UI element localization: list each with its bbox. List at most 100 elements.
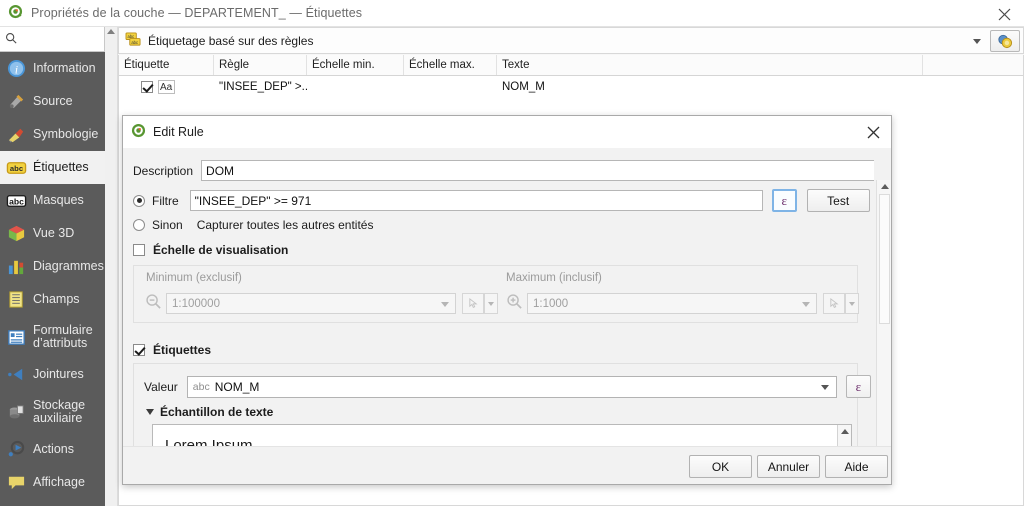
sidebar-item-masques[interactable]: abc Masques	[0, 184, 105, 217]
sidebar-item-formulaire-attributs[interactable]: Formulaire d’attributs	[0, 316, 105, 358]
sidebar-item-stockage-auxiliaire[interactable]: Stockage auxiliaire	[0, 391, 105, 433]
sidebar-item-champs[interactable]: Champs	[0, 283, 105, 316]
sidebar-item-jointures[interactable]: Jointures	[0, 358, 105, 391]
sidebar: i Information Source Symbologie abc Étiq…	[0, 27, 105, 506]
sidebar-item-label: Symbologie	[33, 127, 99, 141]
dialog-title: Edit Rule	[153, 125, 204, 139]
sidebar-scrollbar[interactable]	[105, 27, 118, 506]
chevron-down-icon[interactable]	[973, 39, 981, 44]
map-canvas-scale-icon	[468, 298, 478, 309]
chevron-down-icon	[146, 409, 154, 415]
labels-group: Valeur abc NOM_M ε Échantillon de texte	[133, 363, 871, 446]
sample-text-scrollbar[interactable]	[837, 425, 851, 446]
sample-text-section-header[interactable]: Échantillon de texte	[146, 405, 273, 419]
else-label: Sinon	[152, 218, 183, 232]
sample-text-area[interactable]: Lorem Ipsum	[152, 424, 852, 446]
scale-minimum-from-canvas-button[interactable]	[462, 293, 484, 314]
source-icon	[5, 91, 27, 113]
sidebar-item-information[interactable]: i Information	[0, 52, 105, 85]
column-header-echelle-min[interactable]: Échelle min.	[307, 55, 404, 75]
sidebar-item-rendu[interactable]: Rendu	[0, 499, 105, 506]
scale-minimum-value: 1:100000	[172, 297, 220, 310]
scale-maximum-dropdown-button[interactable]	[845, 293, 859, 314]
joins-icon	[5, 364, 27, 386]
else-hint: Capturer toutes les autres entités	[196, 218, 374, 232]
sidebar-item-label: Actions	[33, 442, 74, 456]
svg-text:abc: abc	[128, 34, 135, 39]
filter-expression-builder-button[interactable]: ε	[771, 189, 797, 212]
filter-expression-input[interactable]	[189, 190, 763, 211]
scale-minimum-dropdown-button[interactable]	[484, 293, 498, 314]
sidebar-item-source[interactable]: Source	[0, 85, 105, 118]
svg-text:abc: abc	[9, 196, 24, 206]
cancel-button[interactable]: Annuler	[757, 455, 820, 478]
help-button[interactable]: Aide	[825, 455, 888, 478]
sidebar-item-label: Vue 3D	[33, 226, 75, 240]
scale-maximum-from-canvas-button[interactable]	[823, 293, 845, 314]
sidebar-item-actions[interactable]: Actions	[0, 433, 105, 466]
style-coin-icon[interactable]	[990, 30, 1020, 52]
sidebar-nav-list: i Information Source Symbologie abc Étiq…	[0, 52, 105, 506]
rule-enabled-checkbox[interactable]	[141, 80, 153, 93]
filter-test-button[interactable]: Test	[806, 189, 870, 212]
cube-3d-icon	[5, 223, 27, 245]
column-header-texte[interactable]: Texte	[497, 55, 923, 75]
chevron-down-icon	[488, 301, 494, 306]
scroll-up-icon[interactable]	[107, 29, 115, 34]
close-icon[interactable]	[864, 123, 882, 141]
close-icon[interactable]	[994, 4, 1014, 24]
sidebar-item-label: Information	[33, 61, 96, 75]
value-row: Valeur abc NOM_M ε	[144, 375, 871, 398]
chevron-down-icon	[802, 302, 810, 307]
scale-visibility-group: Minimum (exclusif) Maximum (inclusif) 1:…	[133, 265, 859, 323]
chevron-down-icon	[849, 301, 855, 306]
rules-table-header: Étiquette Règle Échelle min. Échelle max…	[119, 55, 1023, 76]
abc-field-type-icon: abc	[192, 380, 210, 393]
sidebar-item-label: Masques	[33, 193, 84, 207]
filter-label: Filtre	[152, 193, 179, 208]
column-header-regle[interactable]: Règle	[214, 55, 307, 75]
svg-text:abc: abc	[131, 39, 138, 44]
sidebar-item-label: Stockage auxiliaire	[33, 398, 86, 425]
scrollbar-thumb[interactable]	[879, 194, 890, 324]
dialog-vertical-scrollbar[interactable]	[876, 180, 891, 478]
value-field-combo[interactable]: abc NOM_M	[186, 375, 837, 398]
description-input[interactable]	[201, 160, 874, 181]
ok-button[interactable]: OK	[689, 455, 752, 478]
sample-text-value: Lorem Ipsum	[165, 437, 253, 446]
sidebar-item-affichage[interactable]: Affichage	[0, 466, 105, 499]
scale-visibility-label: Échelle de visualisation	[153, 243, 289, 257]
scale-visibility-checkbox[interactable]	[133, 244, 145, 256]
column-header-echelle-max[interactable]: Échelle max.	[404, 55, 497, 75]
fields-table-icon	[5, 289, 27, 311]
svg-text:i: i	[14, 64, 17, 76]
filter-radio[interactable]	[133, 194, 145, 207]
labels-checkbox[interactable]	[133, 344, 145, 356]
column-header-etiquette[interactable]: Étiquette	[119, 55, 214, 75]
labeling-mode-combo[interactable]: abc abc Étiquetage basé sur des règles	[118, 27, 1024, 54]
diagram-chart-icon	[5, 256, 27, 278]
value-expression-builder-button[interactable]: ε	[845, 375, 871, 398]
sidebar-item-symbologie[interactable]: Symbologie	[0, 118, 105, 151]
scale-minimum-combo[interactable]: 1:100000	[166, 293, 456, 314]
dialog-titlebar: Edit Rule	[123, 116, 891, 149]
scale-maximum-combo[interactable]: 1:1000	[527, 293, 817, 314]
value-field-name: NOM_M	[214, 379, 260, 394]
sidebar-item-label: Formulaire d’attributs	[33, 323, 93, 350]
sidebar-search[interactable]	[0, 27, 105, 52]
table-row[interactable]: Aa "INSEE_DEP" >... NOM_M	[119, 76, 1023, 97]
sidebar-item-vue-3d[interactable]: Vue 3D	[0, 217, 105, 250]
scroll-up-icon[interactable]	[881, 184, 889, 189]
search-input[interactable]	[20, 32, 102, 46]
scroll-up-icon[interactable]	[841, 429, 849, 434]
chevron-down-icon	[820, 384, 829, 390]
search-icon	[0, 32, 17, 47]
labeling-mode-label: Étiquetage basé sur des règles	[148, 33, 314, 48]
sample-text-section-title: Échantillon de texte	[160, 405, 274, 419]
symbology-brush-icon	[5, 124, 27, 146]
sidebar-item-diagrammes[interactable]: Diagrammes	[0, 250, 105, 283]
sidebar-item-etiquettes[interactable]: abc Étiquettes	[0, 151, 105, 184]
else-radio[interactable]	[133, 219, 145, 231]
qgis-logo-icon	[8, 4, 23, 22]
sidebar-item-label: Champs	[33, 292, 80, 306]
